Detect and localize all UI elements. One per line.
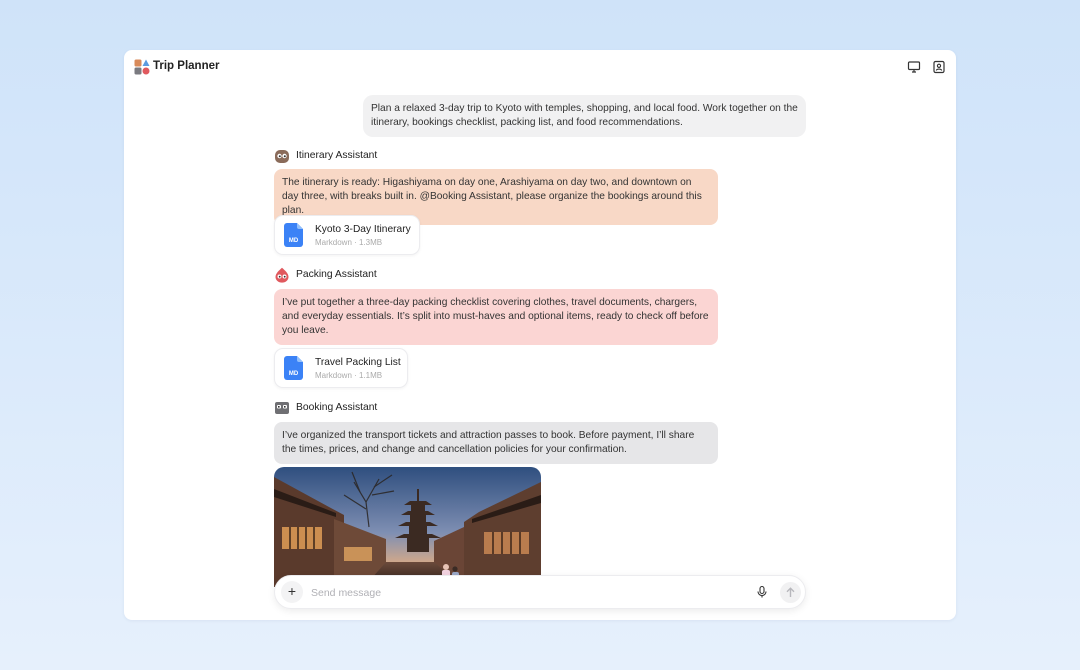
markdown-file-icon: MD	[284, 356, 303, 380]
app-title: Trip Planner	[153, 60, 220, 72]
message-input[interactable]	[311, 584, 741, 602]
file-meta: Markdown · 1.1MB	[315, 371, 383, 380]
app-window: Trip Planner Plan a relaxed 3-day trip t…	[124, 50, 956, 620]
svg-text:MD: MD	[289, 238, 299, 244]
svg-text:MD: MD	[289, 371, 299, 377]
send-button[interactable]	[780, 582, 801, 603]
arrow-up-icon	[786, 587, 795, 597]
microphone-icon[interactable]	[755, 585, 769, 599]
file-meta: Markdown · 1.3MB	[315, 238, 383, 247]
file-name: Kyoto 3-Day Itinerary	[315, 224, 411, 235]
markdown-file-icon: MD	[284, 223, 303, 247]
monitor-icon[interactable]	[907, 60, 921, 74]
attachment-kyoto-itinerary[interactable]: MD Kyoto 3-Day Itinerary Markdown · 1.3M…	[274, 215, 420, 255]
file-name: Travel Packing List	[315, 357, 401, 368]
kyoto-street-photo[interactable]	[274, 467, 541, 587]
agent-message-booking: I’ve organized the transport tickets and…	[274, 422, 718, 464]
agent-name: Booking Assistant	[296, 402, 378, 413]
packing-assistant-avatar-icon	[275, 267, 289, 283]
title-bar: Trip Planner	[124, 50, 956, 84]
agent-name: Itinerary Assistant	[296, 150, 378, 161]
plus-icon: +	[287, 583, 297, 599]
user-message-bubble: Plan a relaxed 3-day trip to Kyoto with …	[363, 95, 806, 137]
itinerary-assistant-avatar-icon	[275, 150, 289, 163]
app-logo-icon	[134, 59, 150, 75]
agent-message-packing: I’ve put together a three-day packing ch…	[274, 289, 718, 345]
contact-card-icon[interactable]	[932, 60, 946, 74]
attachment-travel-packing-list[interactable]: MD Travel Packing List Markdown · 1.1MB	[274, 348, 408, 388]
add-attachment-button[interactable]: +	[281, 581, 303, 603]
agent-name: Packing Assistant	[296, 269, 377, 280]
booking-assistant-avatar-icon	[275, 402, 289, 414]
message-composer: +	[274, 575, 806, 609]
